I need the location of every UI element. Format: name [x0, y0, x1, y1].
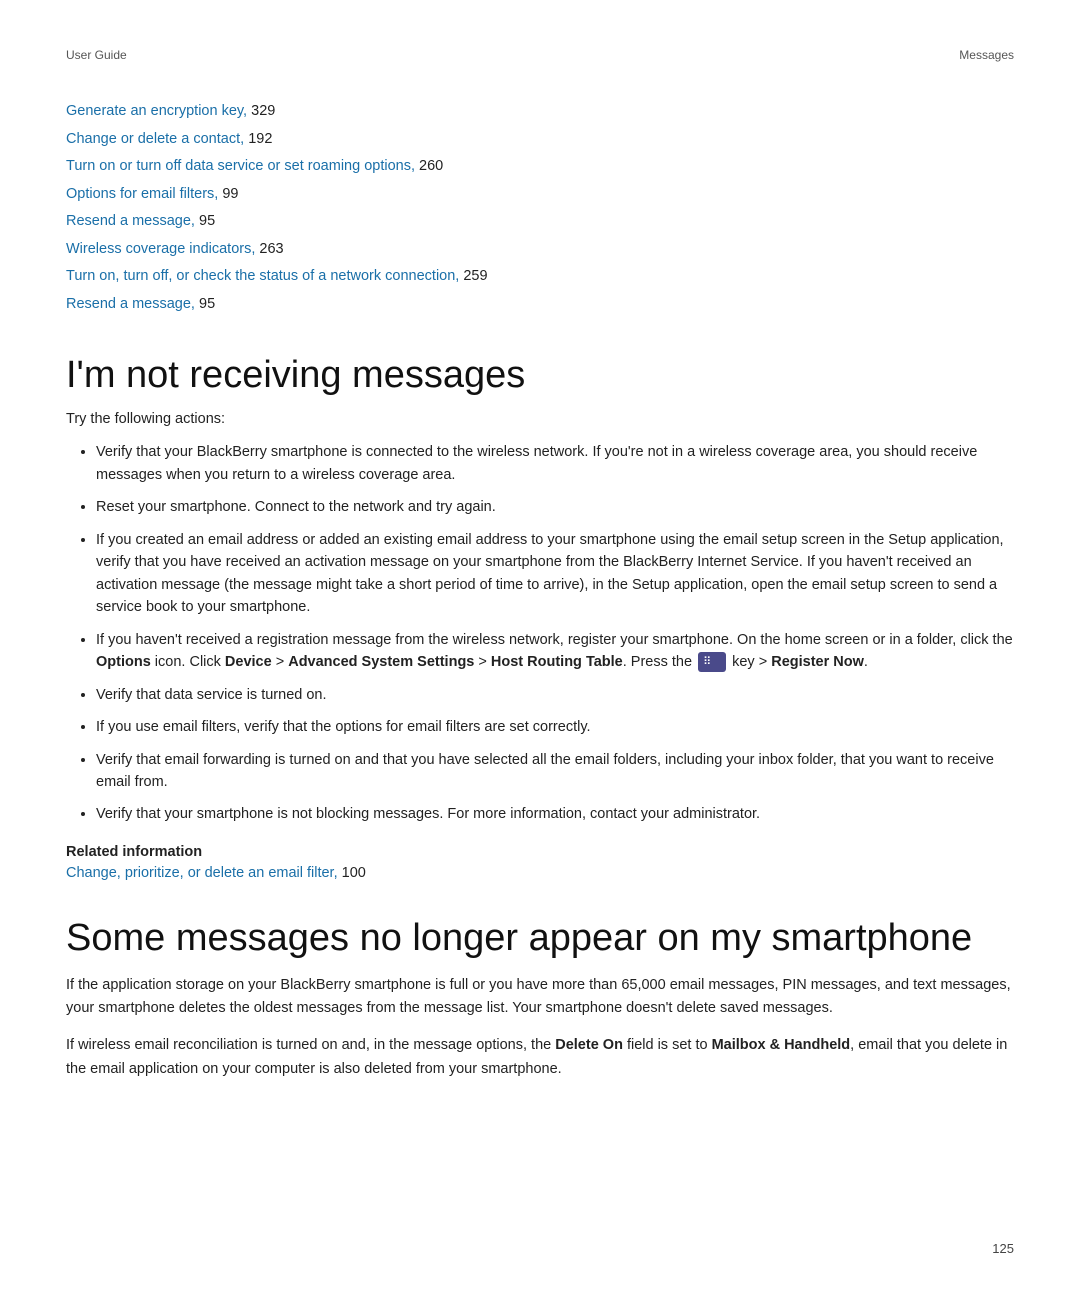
section2-title: Some messages no longer appear on my sma… [66, 917, 1014, 960]
list-item: Generate an encryption key, 329 [66, 98, 1014, 126]
section2-para2: If wireless email reconciliation is turn… [66, 1034, 1014, 1080]
page-number: 125 [992, 1241, 1014, 1256]
link-resend-1[interactable]: Resend a message, [66, 213, 195, 229]
link-contact[interactable]: Change or delete a contact, [66, 131, 244, 147]
related-link: Change, prioritize, or delete an email f… [66, 865, 1014, 881]
link-data-service[interactable]: Turn on or turn off data service or set … [66, 158, 415, 174]
list-item: Resend a message, 95 [66, 208, 1014, 236]
list-item: Turn on, turn off, or check the status o… [66, 263, 1014, 291]
list-item: Turn on or turn off data service or set … [66, 153, 1014, 181]
list-item: Wireless coverage indicators, 263 [66, 236, 1014, 264]
bullet-list: Verify that your BlackBerry smartphone i… [96, 441, 1014, 826]
related-info-label: Related information [66, 844, 1014, 860]
header-right: Messages [959, 48, 1014, 62]
list-item: Verify that your smartphone is not block… [96, 803, 1014, 825]
link-resend-2[interactable]: Resend a message, [66, 296, 195, 312]
list-item: If you created an email address or added… [96, 529, 1014, 619]
list-item: Resend a message, 95 [66, 291, 1014, 319]
list-item: Verify that your BlackBerry smartphone i… [96, 441, 1014, 486]
link-wireless-coverage[interactable]: Wireless coverage indicators, [66, 241, 255, 257]
link-email-filters[interactable]: Options for email filters, [66, 186, 218, 202]
list-item: Verify that data service is turned on. [96, 684, 1014, 706]
header-left: User Guide [66, 48, 127, 62]
list-item: Change or delete a contact, 192 [66, 126, 1014, 154]
link-change-filter[interactable]: Change, prioritize, or delete an email f… [66, 865, 338, 881]
link-network-connection[interactable]: Turn on, turn off, or check the status o… [66, 268, 459, 284]
list-item: Options for email filters, 99 [66, 181, 1014, 209]
list-item: If you use email filters, verify that th… [96, 716, 1014, 738]
section2: Some messages no longer appear on my sma… [66, 917, 1014, 1081]
section1-title: I'm not receiving messages [66, 354, 1014, 397]
link-encryption[interactable]: Generate an encryption key, [66, 103, 247, 119]
section1: I'm not receiving messages Try the follo… [66, 354, 1014, 881]
list-item: Reset your smartphone. Connect to the ne… [96, 496, 1014, 518]
bb-key-icon [698, 652, 726, 672]
list-item: Verify that email forwarding is turned o… [96, 749, 1014, 794]
section2-para1: If the application storage on your Black… [66, 974, 1014, 1020]
page-header: User Guide Messages [66, 48, 1014, 62]
link-list: Generate an encryption key, 329 Change o… [66, 98, 1014, 318]
section1-intro: Try the following actions: [66, 411, 1014, 427]
list-item: If you haven't received a registration m… [96, 629, 1014, 674]
